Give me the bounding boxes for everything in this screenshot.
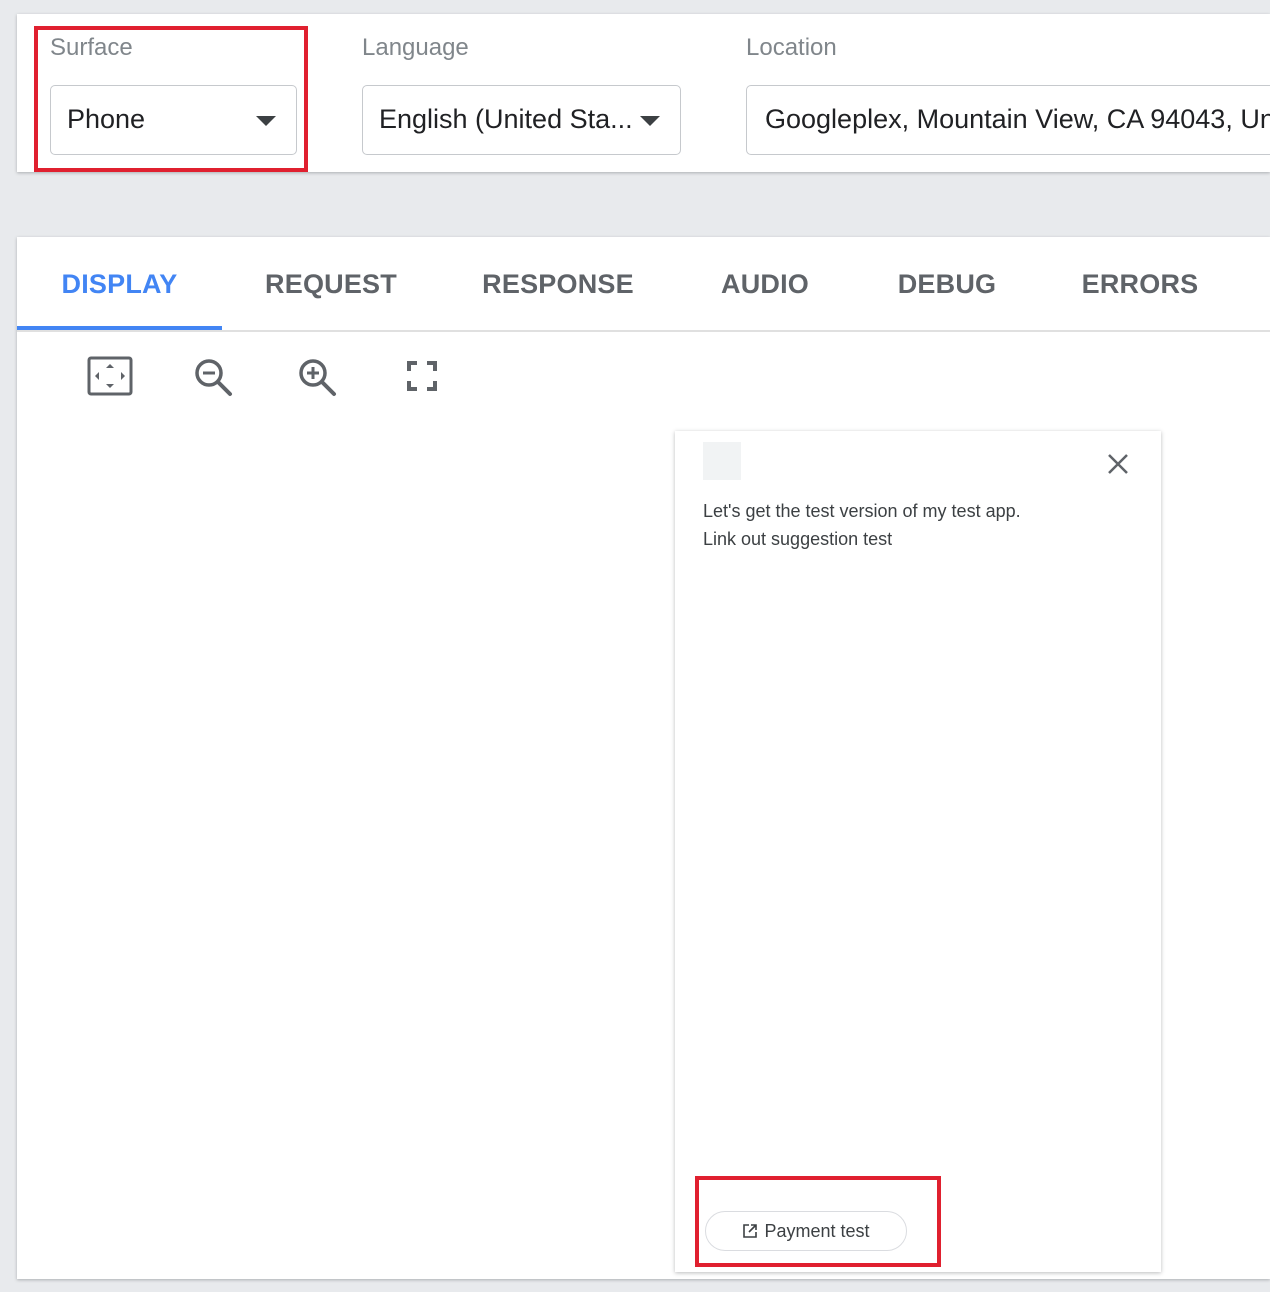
close-icon[interactable] <box>1105 451 1131 477</box>
zoom-in-icon[interactable] <box>293 354 343 398</box>
tab-request[interactable]: REQUEST <box>247 237 415 331</box>
tab-response[interactable]: RESPONSE <box>472 237 644 331</box>
zoom-out-icon[interactable] <box>189 354 239 398</box>
surface-select[interactable]: Phone <box>50 85 297 155</box>
tab-errors[interactable]: ERRORS <box>1071 237 1209 331</box>
phone-display-card: Let's get the test version of my test ap… <box>675 431 1161 1272</box>
language-select-value: English (United Sta... <box>379 104 633 134</box>
location-input[interactable]: Googleplex, Mountain View, CA 94043, Uni… <box>746 85 1270 155</box>
language-label: Language <box>362 34 469 61</box>
open-in-new-icon <box>743 1224 758 1238</box>
tab-debug[interactable]: DEBUG <box>883 237 1011 331</box>
surface-label: Surface <box>50 34 133 61</box>
response-text-line: Let's get the test version of my test ap… <box>703 501 1021 521</box>
settings-panel: Surface Phone Language English (United S… <box>17 14 1270 172</box>
tab-display[interactable]: DISPLAY <box>17 237 222 331</box>
location-input-value: Googleplex, Mountain View, CA 94043, Uni… <box>765 104 1270 134</box>
fullscreen-icon[interactable] <box>397 354 447 398</box>
dropdown-arrow-icon <box>256 116 276 126</box>
simulator-panel: DISPLAY REQUEST RESPONSE AUDIO DEBUG ERR… <box>17 237 1270 1279</box>
language-select[interactable]: English (United Sta... <box>362 85 681 155</box>
surface-select-value: Phone <box>67 104 146 134</box>
dropdown-arrow-icon <box>640 116 660 126</box>
response-text-line: Link out suggestion test <box>703 529 893 549</box>
tabs-divider <box>17 330 1270 332</box>
tab-audio[interactable]: AUDIO <box>707 237 823 331</box>
suggestion-chip-payment-test[interactable]: Payment test <box>705 1211 907 1251</box>
app-avatar <box>703 442 741 480</box>
fit-screen-icon[interactable] <box>85 354 135 398</box>
location-label: Location <box>746 34 837 61</box>
suggestion-chip-label: Payment test <box>764 1220 870 1241</box>
